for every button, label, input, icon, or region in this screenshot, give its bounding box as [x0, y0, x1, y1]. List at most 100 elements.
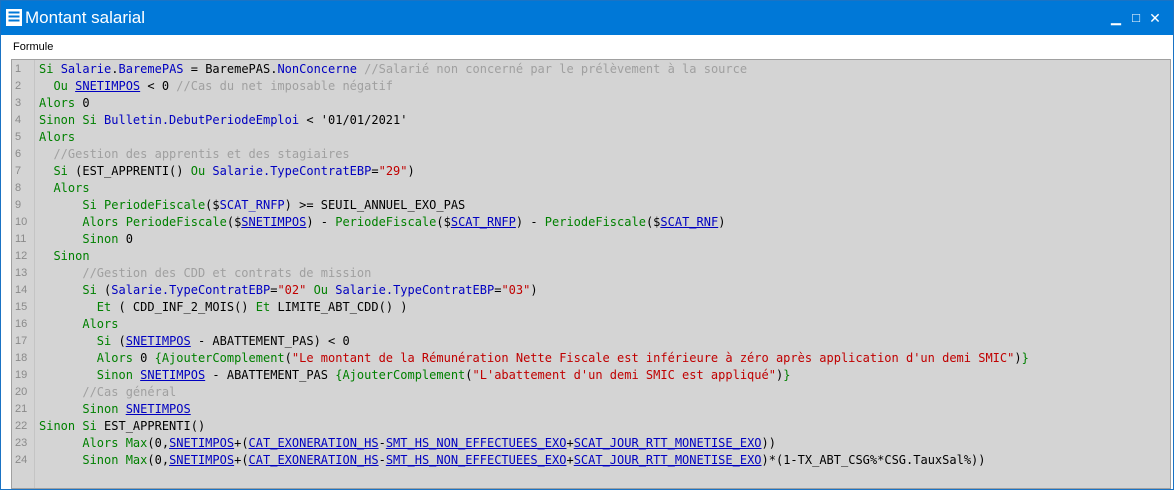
code-token: Salarie.TypeContratEBP — [111, 283, 271, 297]
minimize-button[interactable]: ▁ — [1109, 10, 1123, 26]
code-text: Alors 0 — [39, 95, 90, 112]
code-token: "29" — [378, 164, 408, 178]
code-line[interactable]: 3 Alors 0 — [12, 95, 1170, 112]
code-token: - ABATTEMENT_PAS — [205, 368, 336, 382]
code-token: ) — [530, 283, 538, 297]
variable-link[interactable]: SCAT_RNF — [660, 215, 718, 229]
code-line[interactable]: 6 //Gestion des apprentis et des stagiai… — [12, 146, 1170, 163]
code-token: ( — [284, 351, 292, 365]
code-text: Sinon Si Bulletin.DebutPeriodeEmploi < '… — [39, 112, 407, 129]
variable-link[interactable]: SCAT_RNFP — [451, 215, 516, 229]
code-token: {AjouterComplement — [154, 351, 285, 365]
variable-link[interactable]: SNETIMPOS — [140, 368, 205, 382]
code-token: Salarie.TypeContratEBP — [212, 164, 372, 178]
code-line[interactable]: 19 Sinon SNETIMPOS - ABATTEMENT_PAS {Ajo… — [12, 367, 1170, 384]
line-number: 18 — [15, 352, 28, 364]
line-number: 15 — [15, 301, 28, 313]
code-token: (EST_APPRENTI() — [75, 164, 191, 178]
line-number: 4 — [15, 114, 22, 126]
code-line[interactable]: 13 //Gestion des CDD et contrats de miss… — [12, 265, 1170, 282]
code-line[interactable]: 18 Alors 0 {AjouterComplement("Le montan… — [12, 350, 1170, 367]
code-token: ) — [1014, 351, 1022, 365]
line-number: 14 — [15, 284, 28, 296]
code-token: //Salarié non concerné par le prélèvemen… — [356, 62, 748, 76]
code-text: Et ( CDD_INF_2_MOIS() Et LIMITE_ABT_CDD(… — [39, 299, 408, 316]
code-line[interactable]: 8 Alors — [12, 180, 1170, 197]
code-line[interactable]: 23 Alors Max(0,SNETIMPOS+(CAT_EXONERATIO… — [12, 435, 1170, 452]
line-number: 21 — [15, 403, 28, 415]
code-text: Alors — [39, 180, 90, 197]
code-token: ($ — [436, 215, 451, 229]
formula-window: Montant salarial ▁ □ ✕ Formule 1 Si Salar… — [0, 0, 1174, 490]
title-bar[interactable]: Montant salarial ▁ □ ✕ — [1, 1, 1173, 35]
code-line[interactable]: 12 Sinon — [12, 248, 1170, 265]
code-line[interactable]: 14 Si (Salarie.TypeContratEBP="02" Ou Sa… — [12, 282, 1170, 299]
variable-link[interactable]: CAT_EXONERATION_HS — [249, 436, 379, 450]
code-line[interactable]: 15 Et ( CDD_INF_2_MOIS() Et LIMITE_ABT_C… — [12, 299, 1170, 316]
code-text: Sinon 0 — [39, 231, 133, 248]
code-line[interactable]: 9 Si PeriodeFiscale($SCAT_RNFP) >= SEUIL… — [12, 197, 1170, 214]
code-token: "L'abattement d'un demi SMIC est appliqu… — [472, 368, 776, 382]
close-button[interactable]: ✕ — [1148, 10, 1162, 26]
code-text: Si Salarie.BaremePAS = BaremePAS.NonConc… — [39, 61, 747, 78]
code-line[interactable]: 1 Si Salarie.BaremePAS = BaremePAS.NonCon… — [12, 61, 1170, 78]
code-line[interactable]: 21 Sinon SNETIMPOS — [12, 401, 1170, 418]
code-line[interactable]: 2 Ou SNETIMPOS < 0 //Cas du net imposabl… — [12, 78, 1170, 95]
code-token: = BaremePAS. — [183, 62, 278, 76]
code-line[interactable]: 4 Sinon Si Bulletin.DebutPeriodeEmploi < … — [12, 112, 1170, 129]
code-token: "Le montant de la Rémunération Nette Fis… — [291, 351, 1015, 365]
code-token: EST_APPRENTI() — [104, 419, 206, 433]
code-text: Sinon SNETIMPOS — [39, 401, 191, 418]
code-text: Si (EST_APPRENTI() Ou Salarie.TypeContra… — [39, 163, 415, 180]
code-token: //Gestion des CDD et contrats de mission — [39, 266, 372, 280]
code-token: {AjouterComplement — [335, 368, 466, 382]
code-token: ) - — [306, 215, 336, 229]
code-line[interactable]: 22 Sinon Si EST_APPRENTI() — [12, 418, 1170, 435]
line-number: 12 — [15, 250, 28, 262]
code-line[interactable]: 10 Alors PeriodeFiscale($SNETIMPOS) - Pe… — [12, 214, 1170, 231]
code-line[interactable]: 7 Si (EST_APPRENTI() Ou Salarie.TypeCont… — [12, 163, 1170, 180]
code-line[interactable]: 16 Alors — [12, 316, 1170, 333]
code-line[interactable]: 17 Si (SNETIMPOS - ABATTEMENT_PAS) < 0 — [12, 333, 1170, 350]
code-text: Ou SNETIMPOS < 0 //Cas du net imposable … — [39, 78, 393, 95]
code-line[interactable]: 20 //Cas général — [12, 384, 1170, 401]
code-token: Sinon Si — [39, 419, 105, 433]
code-line[interactable]: 5 Alors — [12, 129, 1170, 146]
line-number: 3 — [15, 97, 22, 109]
code-text: Sinon Max(0,SNETIMPOS+(CAT_EXONERATION_H… — [39, 452, 986, 469]
variable-link[interactable]: SNETIMPOS — [241, 215, 306, 229]
variable-link[interactable]: SNETIMPOS — [126, 334, 191, 348]
code-line[interactable]: 24 Sinon Max(0,SNETIMPOS+(CAT_EXONERATIO… — [12, 452, 1170, 469]
code-token: +( — [234, 436, 249, 450]
variable-link[interactable]: SNETIMPOS — [126, 402, 191, 416]
code-token: Et — [255, 300, 278, 314]
maximize-button[interactable]: □ — [1129, 10, 1143, 26]
formula-editor[interactable]: 1 Si Salarie.BaremePAS = BaremePAS.NonCon… — [11, 59, 1171, 489]
line-number: 13 — [15, 267, 28, 279]
code-token: Alors Max — [39, 436, 148, 450]
variable-link[interactable]: SCAT_JOUR_RTT_MONETISE_EXO — [574, 453, 762, 467]
code-token: "03" — [501, 283, 531, 297]
formula-label: Formule — [13, 41, 54, 53]
variable-link[interactable]: CAT_EXONERATION_HS — [249, 453, 379, 467]
variable-link[interactable]: SNETIMPOS — [75, 79, 140, 93]
code-token: Sinon — [39, 402, 126, 416]
variable-link[interactable]: SMT_HS_NON_EFFECTUEES_EXO — [386, 453, 567, 467]
code-token: )*(1-TX_ABT_CSG%*CSG.TauxSal%)) — [761, 453, 986, 467]
code-token: Salarie.TypeContratEBP — [335, 283, 495, 297]
code-token: ($ — [645, 215, 661, 229]
variable-link[interactable]: SNETIMPOS — [169, 453, 234, 467]
code-line[interactable]: 11 Sinon 0 — [12, 231, 1170, 248]
variable-link[interactable]: SNETIMPOS — [169, 436, 234, 450]
code-token: Alors — [39, 181, 90, 195]
form-icon — [6, 9, 22, 26]
code-token: PeriodeFiscale — [335, 215, 437, 229]
code-token: //Cas du net imposable négatif — [176, 79, 394, 93]
variable-link[interactable]: SMT_HS_NON_EFFECTUEES_EXO — [386, 436, 567, 450]
code-token: (0, — [147, 453, 170, 467]
code-token: //Gestion des apprentis et des stagiaire… — [39, 147, 350, 161]
line-number: 16 — [15, 318, 28, 330]
code-token: ) — [407, 164, 415, 178]
variable-link[interactable]: SCAT_JOUR_RTT_MONETISE_EXO — [574, 436, 762, 450]
code-token: = — [371, 164, 379, 178]
